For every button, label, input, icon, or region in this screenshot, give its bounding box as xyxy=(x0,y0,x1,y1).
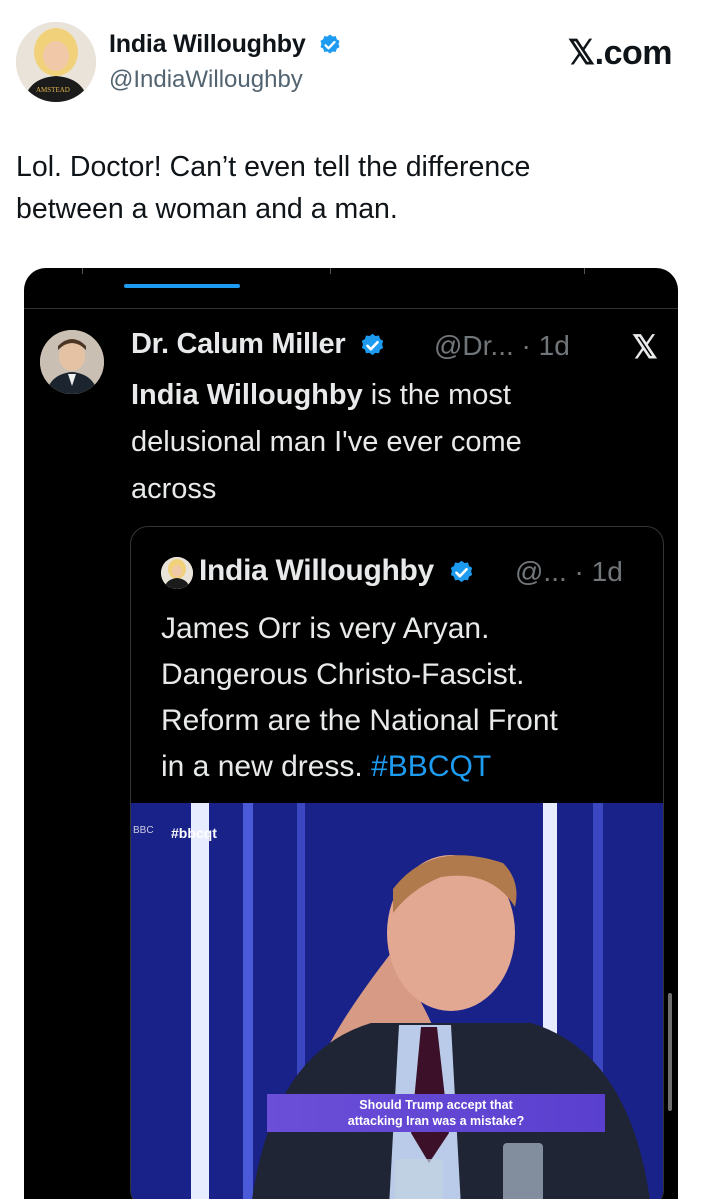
broadcast-caption: Should Trump accept that attacking Iran … xyxy=(267,1094,605,1132)
tab-divider xyxy=(330,268,331,274)
embedded-screenshot[interactable]: Dr. Calum Miller @Dr... · 1d 𝕏 India Wil… xyxy=(24,268,678,1199)
tweet-text-line: Lol. Doctor! Can’t even tell the differe… xyxy=(16,151,531,183)
reply-text-line: across xyxy=(131,473,217,505)
reply-handle-time[interactable]: @Dr... · 1d xyxy=(434,330,570,362)
quoted-photo[interactable]: BBC #bbcqt Should Trump accept that atta… xyxy=(131,803,663,1199)
reply-author-name[interactable]: Dr. Calum Miller xyxy=(131,328,386,361)
scrollbar[interactable] xyxy=(668,993,672,1111)
quote-author-name: India Willoughby xyxy=(199,554,475,588)
author-name-text[interactable]: India Willoughby xyxy=(109,30,306,58)
site-label: 𝕏.com xyxy=(567,34,673,72)
reply-text-fragment: is the most xyxy=(362,379,511,411)
reply-text-line: India Willoughby is the most xyxy=(131,372,651,419)
quote-text: James Orr is very Aryan. Dangerous Chris… xyxy=(161,606,651,790)
photo-scene xyxy=(131,803,663,1199)
avatar-image xyxy=(161,557,193,589)
verified-badge-icon xyxy=(320,34,340,54)
reply-text: India Willoughby is the most delusional … xyxy=(131,372,651,513)
screenshot-tab-bar xyxy=(24,268,678,309)
verified-badge-icon xyxy=(450,560,473,582)
quote-text-line: Reform are the National Front xyxy=(161,704,558,737)
channel-hashtag-overlay: #bbcqt xyxy=(171,825,217,841)
tweet-text-line: between a woman and a man. xyxy=(16,193,398,225)
author-avatar[interactable]: AMSTEAD xyxy=(16,22,96,102)
author-handle[interactable]: @IndiaWilloughby xyxy=(109,66,303,94)
quote-text-line: James Orr is very Aryan. xyxy=(161,612,490,645)
author-name[interactable]: India Willoughby xyxy=(109,30,342,59)
mention-link[interactable]: India Willoughby xyxy=(131,379,363,411)
avatar-image: AMSTEAD xyxy=(16,22,96,102)
quoted-tweet[interactable]: India Willoughby @... · 1d James Orr is … xyxy=(130,526,664,1199)
quote-text-line: Dangerous Christo-Fascist. xyxy=(161,658,525,691)
quote-author-name-text: India Willoughby xyxy=(199,554,434,587)
reply-text-line: delusional man I've ever come xyxy=(131,426,522,458)
quote-author-avatar xyxy=(161,557,193,589)
caption-line: attacking Iran was a mistake? xyxy=(347,1114,525,1128)
svg-text:AMSTEAD: AMSTEAD xyxy=(36,86,70,94)
reply-author-name-text[interactable]: Dr. Calum Miller xyxy=(131,328,346,360)
x-logo-icon: 𝕏 xyxy=(632,329,658,365)
tab-divider xyxy=(584,268,585,274)
caption-line: Should Trump accept that xyxy=(359,1098,513,1112)
verified-badge-icon xyxy=(361,333,384,355)
avatar-image xyxy=(40,330,104,394)
reply-author-avatar[interactable] xyxy=(40,330,104,394)
active-tab-indicator xyxy=(124,284,240,288)
tweet-text: Lol. Doctor! Can’t even tell the differe… xyxy=(16,146,656,230)
quote-handle-time: @... · 1d xyxy=(515,556,623,587)
quote-text-line: in a new dress. #BBCQT xyxy=(161,744,651,790)
broadcaster-logo: BBC xyxy=(133,825,154,836)
tab-divider xyxy=(82,268,83,274)
hashtag-link[interactable]: #BBCQT xyxy=(371,750,491,783)
quote-text-fragment: in a new dress. xyxy=(161,750,372,783)
